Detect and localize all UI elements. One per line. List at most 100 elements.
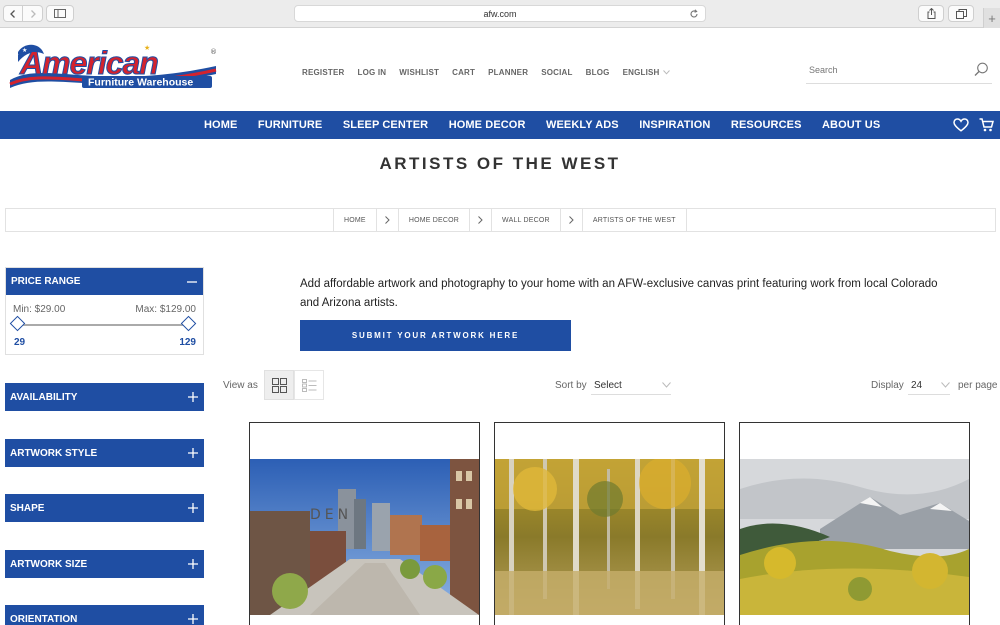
- product-card[interactable]: DEN: [249, 422, 480, 625]
- display-label: Display: [871, 380, 904, 391]
- tabs-icon: [955, 8, 967, 19]
- new-tab-button[interactable]: +: [983, 8, 1000, 28]
- breadcrumb-separator: [559, 209, 582, 231]
- top-link-register[interactable]: REGISTER: [302, 68, 345, 77]
- sort-by-label: Sort by: [555, 380, 587, 391]
- chevron-down-icon: [941, 382, 950, 388]
- share-button[interactable]: [918, 5, 944, 22]
- nav-home[interactable]: HOME: [204, 119, 237, 131]
- language-label: ENGLISH: [622, 68, 660, 77]
- cart-icon[interactable]: [979, 118, 994, 132]
- price-slider-track[interactable]: [9, 315, 197, 332]
- back-button[interactable]: [3, 5, 23, 22]
- sort-select[interactable]: Select: [591, 376, 671, 395]
- top-link-planner[interactable]: PLANNER: [488, 68, 528, 77]
- price-slider-max-value: 129: [179, 337, 196, 348]
- price-slider-min-handle[interactable]: [9, 315, 26, 332]
- svg-text:★: ★: [12, 51, 19, 60]
- list-view-button[interactable]: [294, 370, 324, 400]
- minus-icon: [187, 280, 197, 283]
- nav-resources[interactable]: RESOURCES: [731, 119, 802, 131]
- plus-icon: [188, 448, 198, 458]
- sidebar-icon: [54, 9, 66, 18]
- plus-icon: [188, 392, 198, 402]
- browser-toolbar: afw.com +: [0, 0, 1000, 28]
- address-bar-url: afw.com: [483, 8, 517, 19]
- filter-label: ORIENTATION: [10, 613, 78, 625]
- chevron-down-icon: [662, 70, 670, 75]
- sort-value: Select: [594, 379, 622, 391]
- display-count-select[interactable]: 24: [908, 376, 950, 395]
- nav-about-us[interactable]: ABOUT US: [822, 119, 880, 131]
- filter-artwork-style[interactable]: ARTWORK STYLE: [5, 439, 204, 467]
- filter-label: ARTWORK STYLE: [10, 447, 98, 459]
- top-link-social[interactable]: SOCIAL: [541, 68, 572, 77]
- top-links: REGISTER LOG IN WISHLIST CART PLANNER SO…: [302, 68, 683, 77]
- site-logo[interactable]: ★ ★ ★ ★ ® American Furniture Warehouse: [6, 40, 220, 100]
- breadcrumb: HOME HOME DECOR WALL DECOR ARTISTS OF TH…: [5, 208, 996, 232]
- nav-home-decor[interactable]: HOME DECOR: [449, 119, 526, 131]
- top-link-login[interactable]: LOG IN: [358, 68, 387, 77]
- breadcrumb-separator: [375, 209, 398, 231]
- product-image-mountain[interactable]: [740, 459, 969, 615]
- filter-label: SHAPE: [10, 502, 45, 514]
- product-card[interactable]: [494, 422, 725, 625]
- chevron-right-icon: [478, 216, 483, 224]
- filter-shape[interactable]: SHAPE: [5, 494, 204, 522]
- reload-icon[interactable]: [689, 9, 699, 19]
- price-max-text: Max: $129.00: [135, 304, 196, 315]
- collection-description: Add affordable artwork and photography t…: [300, 278, 938, 309]
- breadcrumb-home[interactable]: HOME: [333, 209, 376, 231]
- breadcrumb-home-decor[interactable]: HOME DECOR: [397, 209, 469, 231]
- price-min-text: Min: $29.00: [13, 304, 66, 315]
- svg-text:DEN: DEN: [310, 507, 352, 523]
- product-image-city-street[interactable]: DEN: [250, 459, 479, 615]
- grid-icon: [271, 377, 287, 393]
- price-range-label: PRICE RANGE: [11, 276, 81, 287]
- filter-label: ARTWORK SIZE: [10, 558, 88, 570]
- top-link-wishlist[interactable]: WISHLIST: [399, 68, 439, 77]
- nav-sleep-center[interactable]: SLEEP CENTER: [343, 119, 428, 131]
- breadcrumb-current: ARTISTS OF THE WEST: [581, 209, 687, 231]
- show-tabs-button[interactable]: [948, 5, 974, 22]
- nav-furniture[interactable]: FURNITURE: [258, 119, 322, 131]
- per-page-label: per page: [958, 380, 998, 391]
- price-slider-max-handle[interactable]: [180, 315, 197, 332]
- nav-weekly-ads[interactable]: WEEKLY ADS: [546, 119, 619, 131]
- language-selector[interactable]: ENGLISH: [623, 68, 670, 77]
- filter-orientation[interactable]: ORIENTATION: [5, 605, 204, 625]
- filter-availability[interactable]: AVAILABILITY: [5, 383, 204, 411]
- sidebar-toggle-button[interactable]: [46, 5, 74, 22]
- price-range-filter: PRICE RANGE Min: $29.00 Max: $129.00 29 …: [5, 267, 204, 355]
- top-link-cart[interactable]: CART: [452, 68, 475, 77]
- page-title: ARTISTS OF THE WEST: [379, 154, 621, 173]
- chevron-down-icon: [662, 382, 671, 388]
- list-icon: [301, 378, 316, 392]
- main-nav: HOME FURNITURE SLEEP CENTER HOME DECOR W…: [0, 111, 1000, 139]
- plus-icon: [188, 559, 198, 569]
- forward-button[interactable]: [23, 5, 43, 22]
- top-link-blog[interactable]: BLOG: [586, 68, 610, 77]
- share-icon: [927, 8, 935, 19]
- grid-view-button[interactable]: [264, 370, 294, 400]
- chevron-right-icon: [384, 216, 390, 224]
- view-as-label: View as: [223, 380, 258, 391]
- registered-mark: ®: [210, 48, 217, 56]
- filter-label: AVAILABILITY: [10, 391, 78, 403]
- product-image-aspen-forest[interactable]: [495, 459, 724, 615]
- heart-icon[interactable]: [953, 118, 969, 132]
- breadcrumb-wall-decor[interactable]: WALL DECOR: [491, 209, 560, 231]
- breadcrumb-separator: [469, 209, 491, 231]
- search-icon[interactable]: [974, 62, 989, 77]
- plus-icon: [188, 503, 198, 513]
- product-card[interactable]: [739, 422, 970, 625]
- price-range-header[interactable]: PRICE RANGE: [6, 268, 203, 295]
- chevron-right-icon: [568, 216, 574, 224]
- filter-artwork-size[interactable]: ARTWORK SIZE: [5, 550, 204, 578]
- nav-inspiration[interactable]: INSPIRATION: [639, 119, 710, 131]
- submit-artwork-button[interactable]: SUBMIT YOUR ARTWORK HERE: [300, 320, 571, 351]
- search-box: [806, 60, 992, 84]
- forward-icon: [30, 9, 36, 18]
- address-bar[interactable]: afw.com: [294, 5, 706, 22]
- search-input[interactable]: [809, 65, 959, 75]
